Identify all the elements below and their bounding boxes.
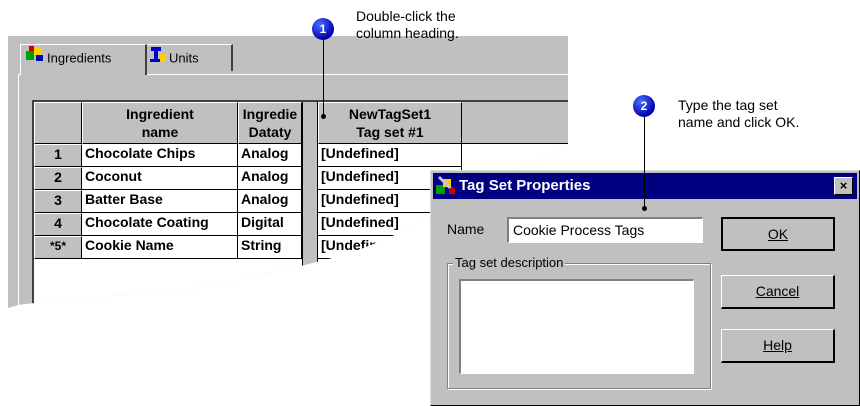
column-header-newtagset1[interactable]: NewTagSet1 Tag set #1 <box>318 102 462 144</box>
cell-datatype[interactable]: Analog <box>238 190 302 213</box>
callout-1-badge: 1 <box>312 18 334 40</box>
grid-corner-header[interactable] <box>34 102 82 144</box>
column-header-ingredient-name[interactable]: Ingredient name <box>82 102 238 144</box>
callout-1-leader <box>323 40 324 116</box>
cell-ingredient-name[interactable]: Coconut <box>82 167 238 190</box>
cell-ingredient-name[interactable]: Batter Base <box>82 190 238 213</box>
dialog-titlebar[interactable]: Tag Set Properties × <box>433 173 857 199</box>
cell-datatype[interactable]: Digital <box>238 213 302 236</box>
cell-datatype[interactable]: Analog <box>238 144 302 167</box>
cell-tag-set[interactable]: [Undefined] <box>318 144 462 167</box>
row-header-new[interactable]: *5* <box>34 236 82 259</box>
name-label: Name <box>447 221 485 237</box>
ingredients-icon <box>25 45 45 72</box>
tag-set-name-input[interactable]: Cookie Process Tags <box>507 217 703 243</box>
tab-units[interactable]: Units <box>144 44 233 71</box>
callout-1-dot <box>321 114 326 119</box>
row-header[interactable]: 2 <box>34 167 82 190</box>
cancel-button[interactable]: Cancel <box>721 275 835 309</box>
cell-ingredient-name[interactable]: Cookie Name <box>82 236 238 259</box>
callout-2-dot <box>642 206 647 211</box>
grid-empty-header <box>462 102 568 144</box>
grid-split-bar[interactable] <box>302 102 318 308</box>
close-button[interactable]: × <box>834 177 853 195</box>
units-icon <box>149 45 167 72</box>
column-header-ingredient-datatype[interactable]: Ingredie Dataty <box>238 102 302 144</box>
callout-2-text: Type the tag set name and click OK. <box>678 97 800 130</box>
tab-ingredients[interactable]: Ingredients <box>20 44 147 75</box>
cell-ingredient-name[interactable]: Chocolate Coating <box>82 213 238 236</box>
cell-datatype[interactable]: Analog <box>238 167 302 190</box>
cell-datatype[interactable]: String <box>238 236 302 259</box>
tag-set-description-input[interactable] <box>459 279 694 374</box>
tag-set-icon <box>435 176 457 205</box>
row-header[interactable]: 1 <box>34 144 82 167</box>
row-header[interactable]: 3 <box>34 190 82 213</box>
help-button[interactable]: Help <box>721 329 835 363</box>
cell-ingredient-name[interactable]: Chocolate Chips <box>82 144 238 167</box>
ok-button[interactable]: OK <box>721 217 835 251</box>
dialog-title: Tag Set Properties <box>459 177 591 194</box>
description-group-label: Tag set description <box>453 255 566 270</box>
callout-1-text: Double-click the column heading. <box>356 8 459 41</box>
callout-2-leader <box>644 117 645 208</box>
row-header[interactable]: 4 <box>34 213 82 236</box>
callout-2-badge: 2 <box>633 95 655 117</box>
